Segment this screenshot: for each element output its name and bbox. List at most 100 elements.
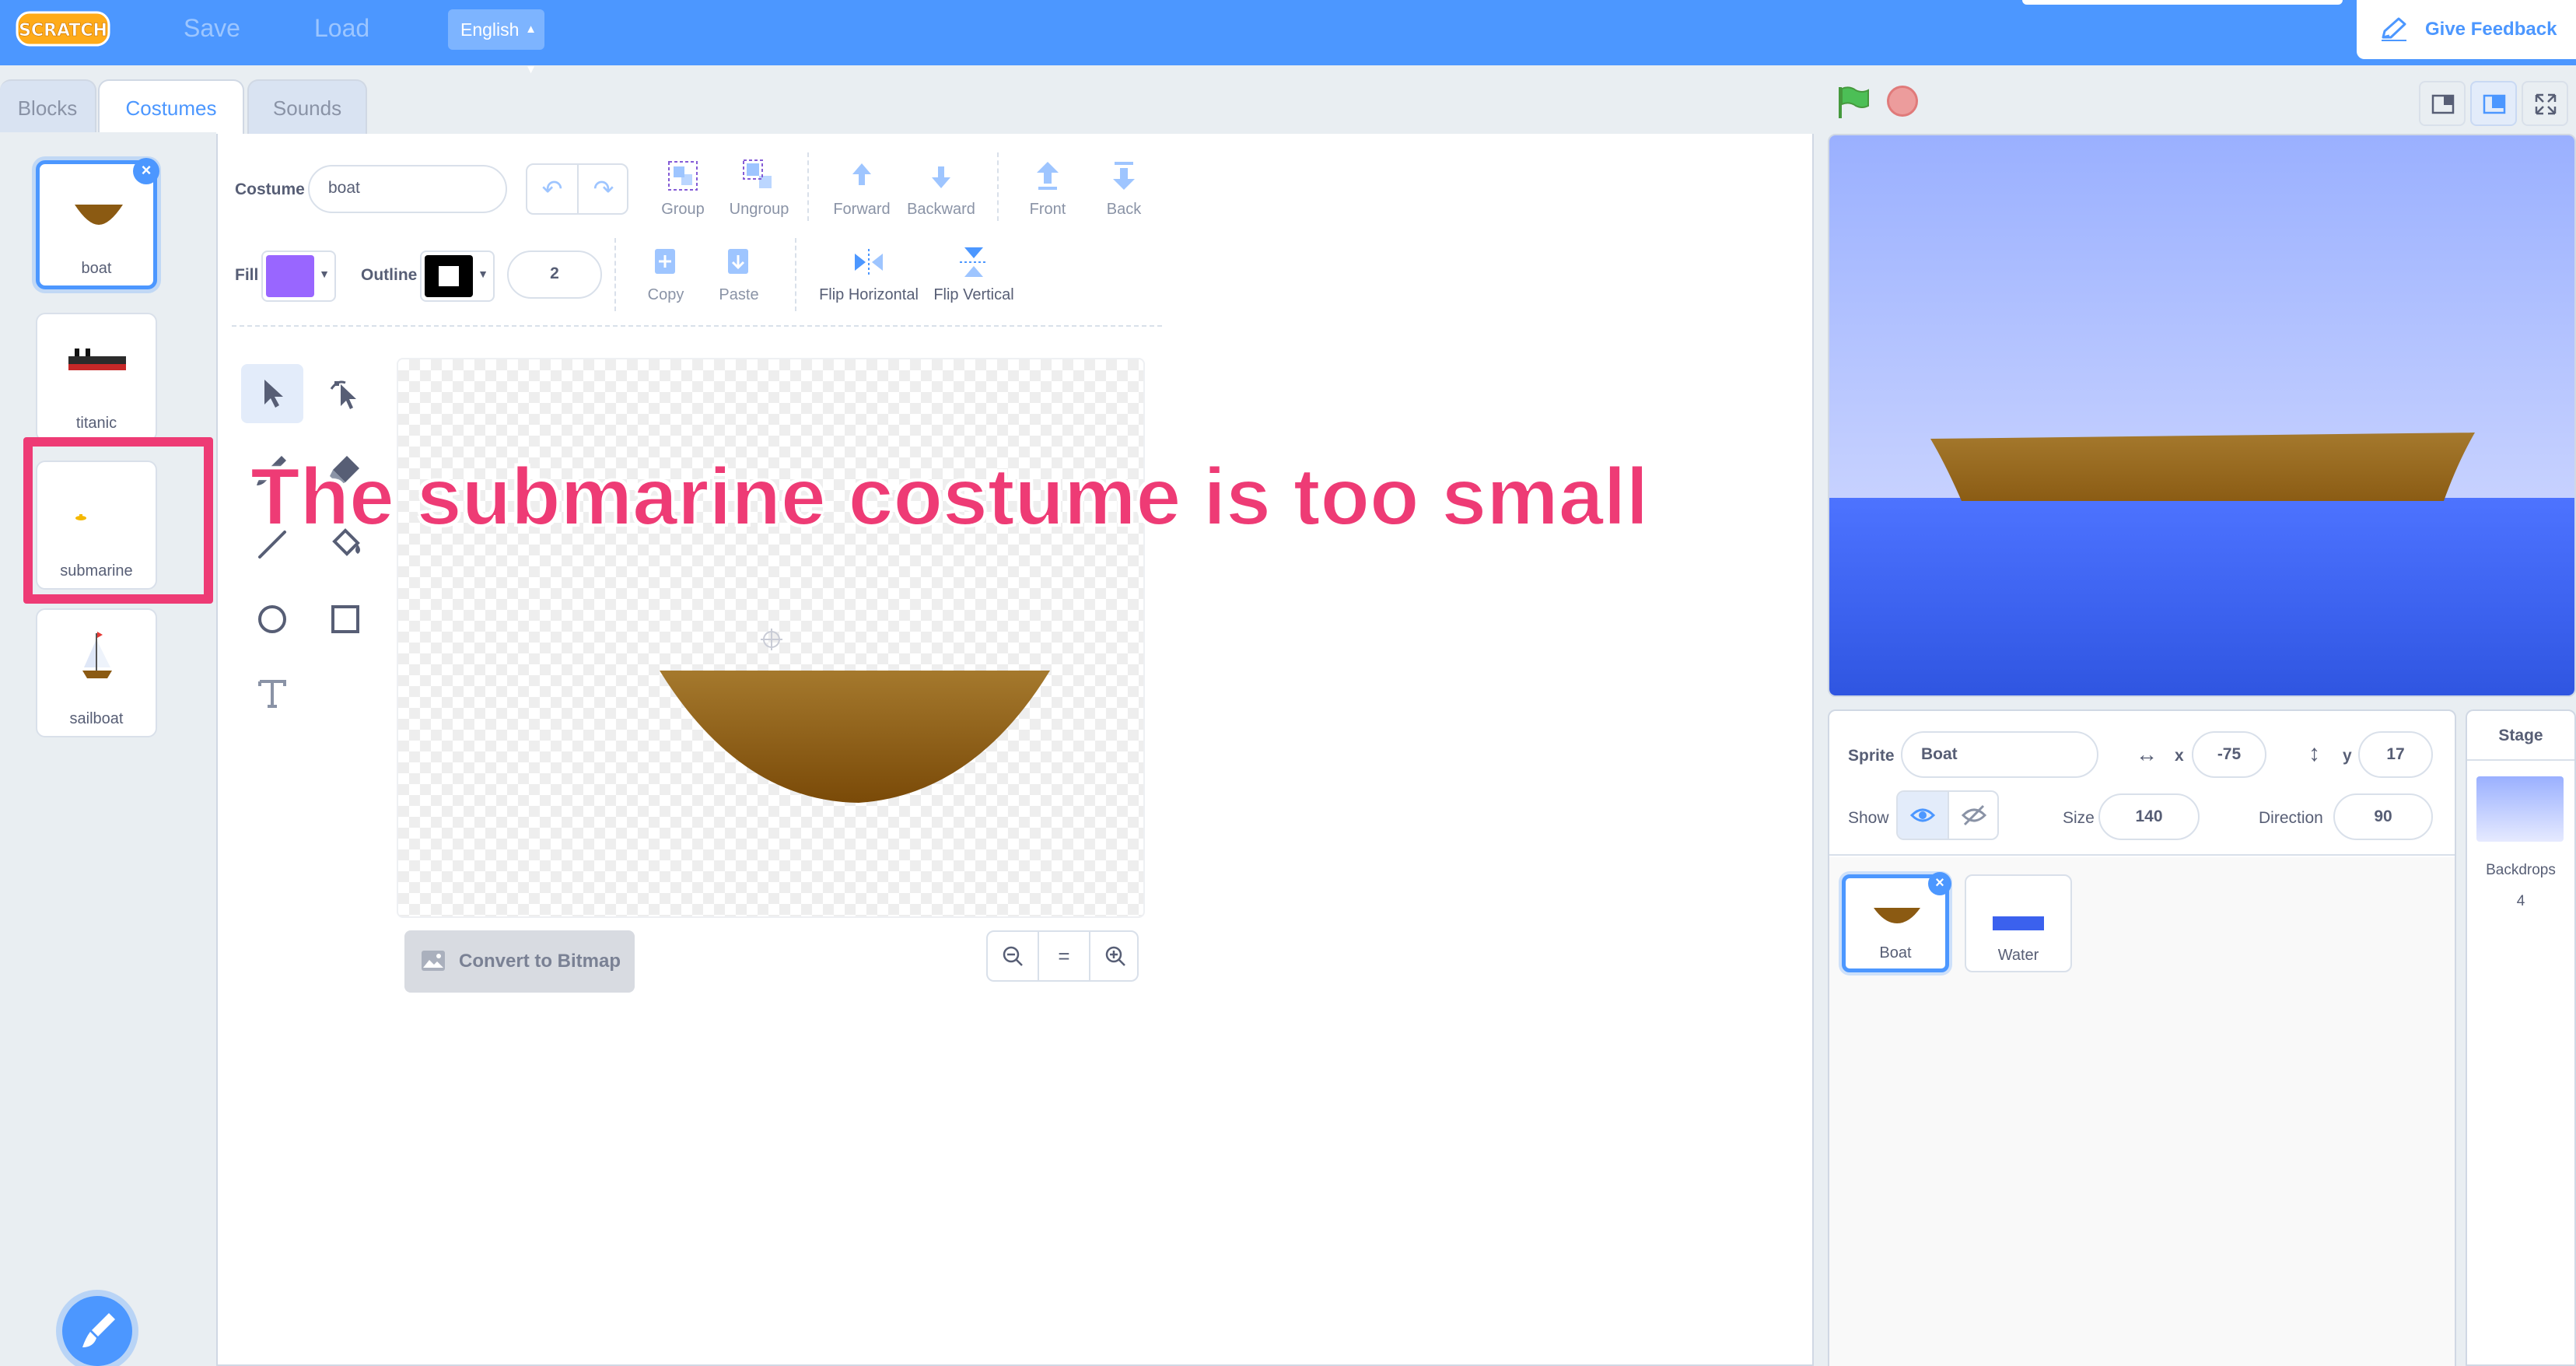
- circle-icon: [258, 605, 286, 633]
- costume-name: sailboat: [69, 710, 124, 727]
- x-input[interactable]: -75: [2192, 731, 2266, 778]
- outline-color-picker[interactable]: ▼: [420, 250, 495, 302]
- language-select[interactable]: English ▲ ▼: [448, 9, 544, 76]
- paste-icon: [728, 249, 748, 274]
- costume-thumb-boat[interactable]: × boat: [36, 158, 159, 289]
- costume-name-input[interactable]: boat: [308, 165, 507, 213]
- back-icon: [1113, 162, 1135, 190]
- zoom-in-icon[interactable]: [1090, 932, 1140, 980]
- front-button[interactable]: Front: [1014, 159, 1081, 219]
- toolbar-divider: [807, 152, 809, 221]
- outline-width-input[interactable]: 2: [507, 250, 602, 299]
- language-value: English: [460, 19, 520, 40]
- select-caret-icon: ▲ ▼: [525, 23, 537, 76]
- outline-label: Outline: [361, 266, 418, 284]
- large-stage-button[interactable]: [2470, 81, 2517, 126]
- copy-button[interactable]: Copy: [632, 246, 700, 304]
- zoom-out-icon[interactable]: [988, 932, 1038, 980]
- toolbar-divider: [997, 152, 999, 221]
- ungroup-button[interactable]: Ungroup: [722, 159, 796, 219]
- front-icon: [1037, 162, 1059, 190]
- fullscreen-button[interactable]: [2522, 81, 2568, 126]
- scratch-logo[interactable]: SCRATCH: [16, 9, 110, 48]
- sprite-name-input[interactable]: Boat: [1901, 731, 2098, 778]
- forward-button[interactable]: Forward: [828, 159, 896, 219]
- fullscreen-icon: [2535, 93, 2557, 115]
- flip-horizontal-button[interactable]: Flip Horizontal: [812, 246, 926, 304]
- sprite-label: Sprite: [1848, 747, 1895, 765]
- top-strip: [2022, 0, 2343, 5]
- flip-vertical-button[interactable]: Flip Vertical: [927, 246, 1020, 304]
- redo-icon[interactable]: ↷: [579, 165, 628, 213]
- convert-to-bitmap-button[interactable]: Convert to Bitmap: [404, 930, 635, 993]
- direction-input[interactable]: 90: [2333, 793, 2433, 840]
- direction-label: Direction: [2259, 809, 2323, 827]
- delete-costume-icon[interactable]: ×: [133, 158, 159, 184]
- y-input[interactable]: 17: [2358, 731, 2433, 778]
- rectangle-tool[interactable]: [314, 590, 376, 649]
- backward-label: Backward: [907, 201, 975, 218]
- paste-label: Paste: [719, 286, 759, 303]
- back-label: Back: [1106, 201, 1142, 218]
- sprite-thumb-boat[interactable]: × Boat: [1842, 872, 1951, 972]
- stage-pane-title: Stage: [2467, 711, 2574, 761]
- horizontal-arrows-icon: ↔: [2136, 742, 2158, 766]
- tab-costumes[interactable]: Costumes: [98, 79, 244, 135]
- group-label: Group: [661, 201, 705, 218]
- stage-thumbnail: [2476, 776, 2564, 842]
- costume-thumb-sailboat[interactable]: sailboat: [36, 608, 157, 737]
- costume-label: Costume: [235, 180, 305, 198]
- stage-selector[interactable]: Stage Backdrops 4: [2466, 709, 2576, 1366]
- small-stage-icon: [2431, 94, 2455, 114]
- backward-icon: [932, 166, 950, 188]
- text-icon: [258, 680, 286, 708]
- ungroup-icon: [743, 159, 772, 188]
- back-button[interactable]: Back: [1090, 159, 1157, 219]
- sprite-list: × Boat Water: [1829, 857, 2455, 1366]
- give-feedback-button[interactable]: Give Feedback: [2357, 0, 2576, 59]
- eye-hidden-icon: [1961, 804, 1987, 826]
- show-toggle: [1896, 790, 1999, 840]
- choose-costume-button[interactable]: [62, 1296, 132, 1366]
- arrow-select-icon: [264, 380, 283, 408]
- paste-button[interactable]: Paste: [705, 246, 773, 304]
- delete-sprite-icon[interactable]: ×: [1928, 872, 1951, 895]
- toolbar-divider: [614, 238, 616, 311]
- flip-horizontal-label: Flip Horizontal: [819, 286, 919, 303]
- select-tool[interactable]: [241, 364, 303, 423]
- undo-icon[interactable]: ↶: [527, 165, 577, 213]
- green-flag-icon[interactable]: [1836, 84, 1871, 120]
- drawing-canvas[interactable]: [397, 358, 1145, 918]
- annotation-highlight-box: [23, 437, 213, 604]
- stop-icon[interactable]: [1887, 86, 1918, 117]
- circle-tool[interactable]: [241, 590, 303, 649]
- show-visible-button[interactable]: [1898, 792, 1948, 839]
- zoom-reset-button[interactable]: =: [1039, 932, 1089, 980]
- group-button[interactable]: Group: [649, 159, 717, 219]
- tab-blocks[interactable]: Blocks: [0, 79, 96, 134]
- stage-canvas[interactable]: [1828, 134, 2576, 697]
- sprite-thumb-water[interactable]: Water: [1965, 874, 2072, 972]
- reshape-icon: [330, 380, 356, 409]
- forward-label: Forward: [833, 201, 891, 218]
- x-label: x: [2175, 747, 2184, 765]
- toolbar-bottom-divider: [232, 325, 1162, 327]
- reshape-tool[interactable]: [314, 364, 376, 423]
- sprite-name: Boat: [1879, 944, 1912, 961]
- fill-swatch: [266, 255, 314, 297]
- rectangle-icon: [331, 605, 359, 633]
- costume-name: titanic: [75, 415, 117, 432]
- text-tool[interactable]: [241, 663, 303, 722]
- fill-color-picker[interactable]: ▼: [261, 250, 336, 302]
- costume-thumb-titanic[interactable]: titanic: [36, 313, 157, 442]
- size-input[interactable]: 140: [2098, 793, 2200, 840]
- backward-button[interactable]: Backward: [902, 159, 980, 219]
- flip-vertical-icon: [960, 247, 988, 277]
- small-stage-button[interactable]: [2419, 81, 2466, 126]
- load-menu[interactable]: Load: [314, 14, 369, 43]
- save-menu[interactable]: Save: [184, 14, 240, 43]
- fill-dropdown-icon: ▼: [319, 268, 330, 280]
- show-hidden-button[interactable]: [1949, 792, 1999, 839]
- tab-sounds[interactable]: Sounds: [247, 79, 367, 134]
- ungroup-label: Ungroup: [729, 201, 789, 218]
